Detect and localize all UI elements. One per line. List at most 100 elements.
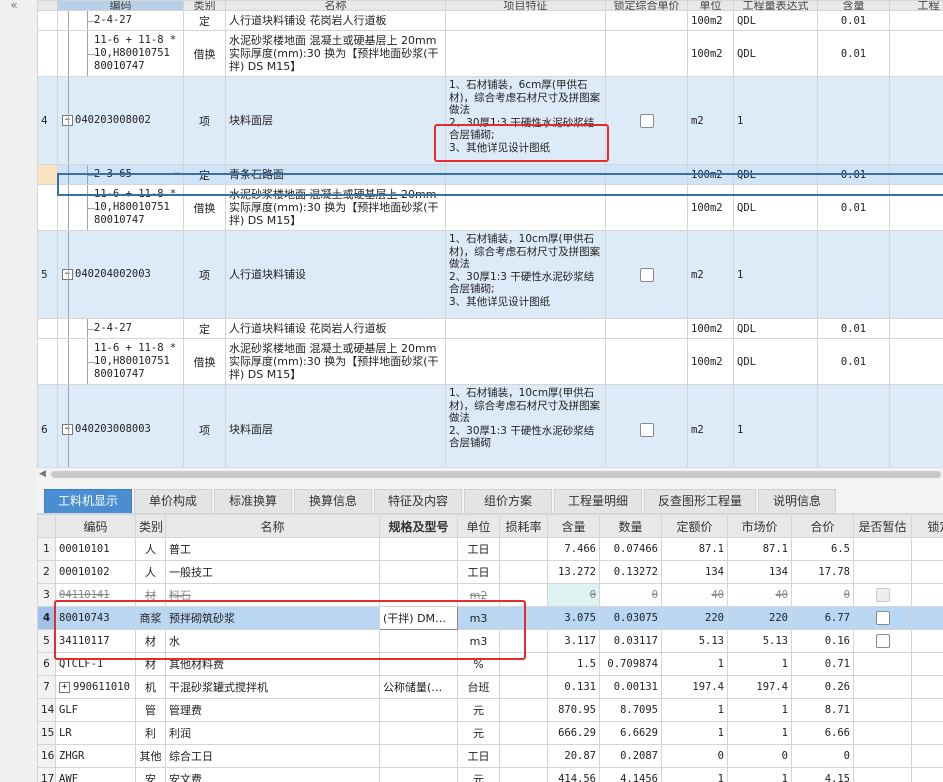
col-header-content[interactable]: 含量	[817, 0, 890, 11]
col-header-count[interactable]: 数量	[599, 514, 662, 538]
quota-row[interactable]: 11-6 + 11-8 * 10,H80010751 80010747 借换 水泥砂…	[37, 184, 943, 231]
resource-row[interactable]: 14 GLF 管管理费元 870.95 8.7095 1 1 8.71	[37, 698, 943, 722]
item-content[interactable]: 0.01	[817, 184, 890, 231]
lock-price-cell[interactable]	[605, 10, 688, 31]
estimate-cell[interactable]	[853, 675, 912, 699]
lock-cell[interactable]	[911, 721, 943, 745]
bill-item-row[interactable]: 6−040203008003 项块料面层 1、石材铺装，10cm厚(甲供石材)，综合…	[37, 384, 943, 467]
resource-loss-rate[interactable]	[499, 606, 548, 630]
col-header-res-name[interactable]: 名称	[165, 514, 380, 538]
estimate-checkbox[interactable]	[875, 634, 890, 648]
item-name[interactable]: 块料面层	[225, 384, 446, 467]
resource-market-price[interactable]: 220	[727, 606, 792, 630]
resource-loss-rate[interactable]	[499, 629, 548, 653]
resource-content[interactable]: 870.95	[547, 698, 600, 722]
resource-spec[interactable]	[379, 698, 458, 722]
resource-market-price[interactable]: 134	[727, 560, 792, 584]
resource-row[interactable]: 17 AWF 安安文费元 414.56 4.1456 1 1 4.15	[37, 767, 943, 782]
resource-loss-rate[interactable]	[499, 744, 548, 768]
col-header-res-content[interactable]: 含量	[547, 514, 600, 538]
resource-name[interactable]: 普工	[165, 537, 380, 561]
item-feature[interactable]	[445, 30, 606, 77]
lock-cell[interactable]	[911, 675, 943, 699]
resource-content[interactable]: 3.075	[547, 606, 600, 630]
item-content[interactable]: 0.01	[817, 338, 890, 385]
item-name[interactable]: 水泥砂浆楼地面 混凝土或硬基层上 20mm 实际厚度(mm):30 换为【预拌地…	[225, 184, 446, 231]
lock-price-cell[interactable]	[605, 318, 688, 339]
tab-reverse-lookup[interactable]: 反查图形工程量	[644, 489, 756, 513]
col-header-lock[interactable]: 锁定	[911, 514, 943, 538]
resource-content[interactable]: 414.56	[547, 767, 600, 782]
resource-row[interactable]: 5 34110117 材水 m3 3.117 0.03117 5.13 5.13 0.16	[37, 629, 943, 653]
col-header-res-code[interactable]: 编码	[55, 514, 136, 538]
lock-price-cell[interactable]	[605, 184, 688, 231]
tab-description[interactable]: 说明信息	[758, 489, 836, 513]
resource-code[interactable]: 80010743	[55, 606, 136, 630]
resource-spec[interactable]	[379, 629, 458, 653]
resource-code[interactable]: 34110117	[55, 629, 136, 653]
item-name[interactable]: 水泥砂浆楼地面 混凝土或硬基层上 20mm 实际厚度(mm):30 换为【预拌地…	[225, 30, 446, 77]
item-feature[interactable]: 1、石材铺装，10cm厚(甲供石材)，综合考虑石材尺寸及拼图案做法 2、30厚1…	[445, 384, 606, 467]
resource-loss-rate[interactable]	[499, 560, 548, 584]
resource-spec[interactable]	[379, 652, 458, 676]
tab-conversion-info[interactable]: 换算信息	[294, 489, 372, 513]
item-name[interactable]: 人行道块料铺设	[225, 230, 446, 319]
item-feature[interactable]	[445, 184, 606, 231]
estimate-cell[interactable]	[853, 606, 912, 630]
lock-cell[interactable]	[911, 652, 943, 676]
quota-row[interactable]: 2-3-65 ⋯ 定青条石路面 100m2 QDL 0.01	[37, 164, 943, 185]
lock-cell[interactable]	[911, 629, 943, 653]
estimate-cell[interactable]	[853, 560, 912, 584]
resource-spec[interactable]	[379, 744, 458, 768]
resource-loss-rate[interactable]	[499, 537, 548, 561]
item-content[interactable]	[817, 384, 890, 467]
resource-name[interactable]: 综合工日	[165, 744, 380, 768]
resource-market-price[interactable]: 197.4	[727, 675, 792, 699]
resource-row[interactable]: 1 00010101 人普工 工日 7.466 0.07466 87.1 87.1 6.5	[37, 537, 943, 561]
col-header-loss-rate[interactable]: 损耗率	[499, 514, 548, 538]
resource-content[interactable]: 0.131	[547, 675, 600, 699]
lock-cell[interactable]	[911, 767, 943, 782]
col-header-code[interactable]: 编码	[57, 0, 184, 11]
resource-name[interactable]: 利润	[165, 721, 380, 745]
item-expression[interactable]: QDL	[733, 184, 818, 231]
resource-spec[interactable]	[379, 767, 458, 782]
estimate-cell[interactable]	[853, 767, 912, 782]
col-header-unit[interactable]: 单位	[687, 0, 734, 11]
item-feature[interactable]	[445, 10, 606, 31]
item-expression[interactable]: 1	[733, 230, 818, 319]
col-header-feature[interactable]: 项目特征	[445, 0, 606, 11]
estimate-cell[interactable]	[853, 629, 912, 653]
lock-price-checkbox[interactable]	[639, 267, 654, 282]
item-feature[interactable]	[445, 318, 606, 339]
collapse-panel-icon[interactable]: «	[5, 0, 23, 12]
lock-price-cell[interactable]	[605, 230, 688, 319]
resource-spec[interactable]	[379, 583, 458, 607]
resource-loss-rate[interactable]	[499, 698, 548, 722]
item-name[interactable]: 水泥砂浆楼地面 混凝土或硬基层上 20mm 实际厚度(mm):30 换为【预拌地…	[225, 338, 446, 385]
lock-cell[interactable]	[911, 560, 943, 584]
resource-market-price[interactable]: 5.13	[727, 629, 792, 653]
resource-loss-rate[interactable]	[499, 767, 548, 782]
resource-code[interactable]: ZHGR	[55, 744, 136, 768]
lock-cell[interactable]	[911, 606, 943, 630]
item-feature[interactable]	[445, 338, 606, 385]
bill-item-row[interactable]: 4−040203008002 项块料面层 1、石材铺装，6cm厚(甲供石材)，综合考…	[37, 76, 943, 165]
item-feature[interactable]: 1、石材铺装，6cm厚(甲供石材)，综合考虑石材尺寸及拼图案做法 2、30厚1:…	[445, 76, 606, 165]
estimate-checkbox[interactable]	[875, 611, 890, 625]
resource-row[interactable]: 2 00010102 人一般技工 工日 13.272 0.13272 134 134 17.78	[37, 560, 943, 584]
lock-cell[interactable]	[911, 744, 943, 768]
resource-content[interactable]: 1.5	[547, 652, 600, 676]
horizontal-scrollbar[interactable]: ◀	[37, 467, 943, 481]
resource-content[interactable]: 7.466	[547, 537, 600, 561]
col-header-res-unit[interactable]: 单位	[457, 514, 500, 538]
resource-market-price[interactable]: 0	[727, 744, 792, 768]
tab-quantity-detail[interactable]: 工程量明细	[554, 489, 642, 513]
item-name[interactable]: 人行道块料铺设 花岗岩人行道板	[225, 10, 446, 31]
item-content[interactable]	[817, 76, 890, 165]
resource-spec[interactable]: 公称储量(…	[379, 675, 458, 699]
lock-price-cell[interactable]	[605, 164, 688, 185]
bill-item-row[interactable]: 5−040204002003 项人行道块料铺设 1、石材铺装，10cm厚(甲供石材)…	[37, 230, 943, 319]
lock-price-cell[interactable]	[605, 384, 688, 467]
item-content[interactable]: 0.01	[817, 10, 890, 31]
